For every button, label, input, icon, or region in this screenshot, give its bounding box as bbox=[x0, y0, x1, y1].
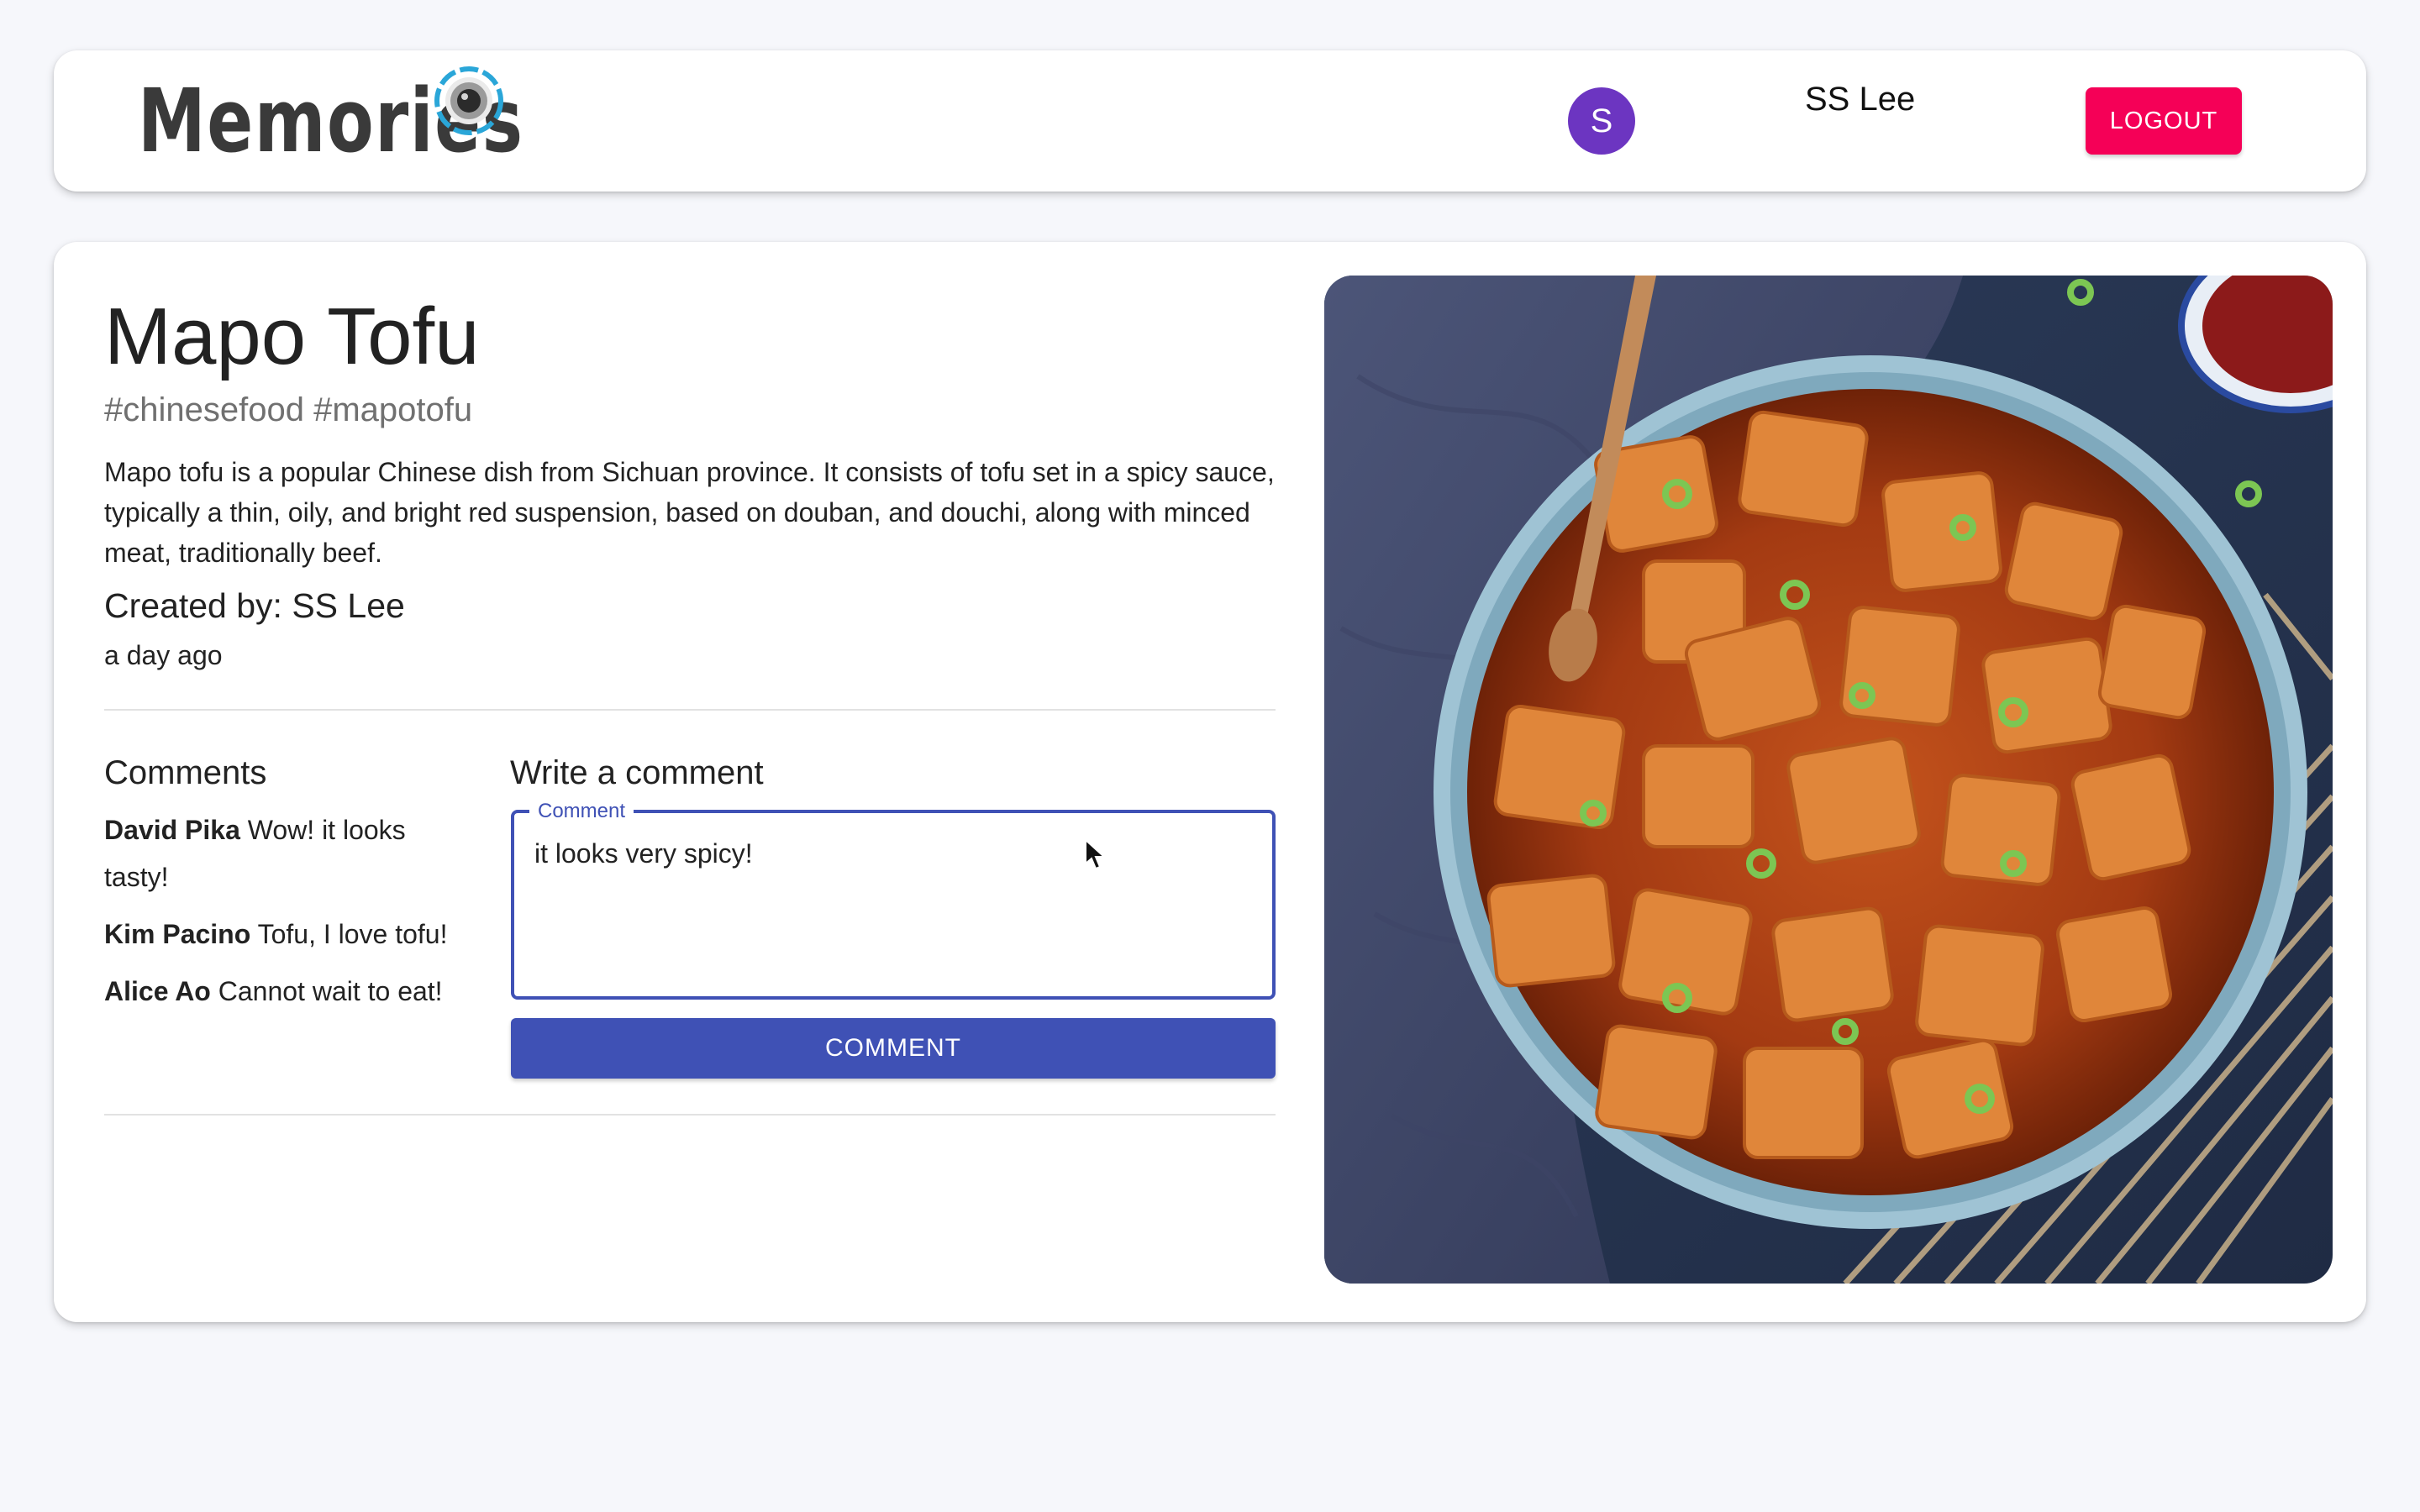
brand[interactable]: Memories bbox=[138, 71, 633, 171]
comment-author: David Pika bbox=[104, 815, 240, 845]
post-title: Mapo Tofu bbox=[104, 291, 480, 381]
post-timestamp: a day ago bbox=[104, 640, 223, 670]
mapo-tofu-photo bbox=[1324, 276, 2333, 1284]
comment-author: Alice Ao bbox=[104, 976, 211, 1006]
comment-text: Tofu, I love tofu! bbox=[257, 919, 448, 949]
camera-lens-icon bbox=[434, 66, 503, 135]
comments-heading: Comments bbox=[104, 754, 267, 791]
divider bbox=[104, 709, 1276, 711]
comment-field-label: Comment bbox=[529, 800, 634, 823]
comment-author: Kim Pacino bbox=[104, 919, 251, 949]
user-name: SS Lee bbox=[1805, 81, 1916, 118]
post-description: Mapo tofu is a popular Chinese dish from… bbox=[104, 457, 1275, 568]
user-area: S bbox=[1568, 87, 1635, 155]
mouse-cursor-icon bbox=[1085, 838, 1107, 870]
comment-text: Cannot wait to eat! bbox=[218, 976, 443, 1006]
comment-item: Kim Pacino Tofu, I love tofu! bbox=[104, 911, 474, 958]
comment-item: David Pika Wow! it looks tasty! bbox=[104, 806, 474, 900]
comment-item: Alice Ao Cannot wait to eat! bbox=[104, 968, 474, 1015]
avatar[interactable]: S bbox=[1568, 87, 1635, 155]
post-details-card: Mapo Tofu #chinesefood #mapotofu Mapo to… bbox=[54, 242, 2366, 1322]
write-comment-heading: Write a comment bbox=[510, 754, 764, 791]
comment-submit-button[interactable]: COMMENT bbox=[511, 1018, 1276, 1079]
post-author: Created by: SS Lee bbox=[104, 586, 405, 625]
comment-input[interactable]: it looks very spicy! bbox=[534, 838, 1257, 981]
avatar-initial: S bbox=[1590, 102, 1613, 139]
app-bar: Memories S bbox=[54, 50, 2366, 192]
post-tags: #chinesefood #mapotofu bbox=[104, 391, 473, 428]
comment-field[interactable]: Comment it looks very spicy! bbox=[511, 800, 1276, 1000]
divider bbox=[104, 1114, 1276, 1116]
comments-list: David Pika Wow! it looks tasty! Kim Paci… bbox=[104, 806, 474, 1025]
logout-button[interactable]: LOGOUT bbox=[2086, 87, 2242, 155]
